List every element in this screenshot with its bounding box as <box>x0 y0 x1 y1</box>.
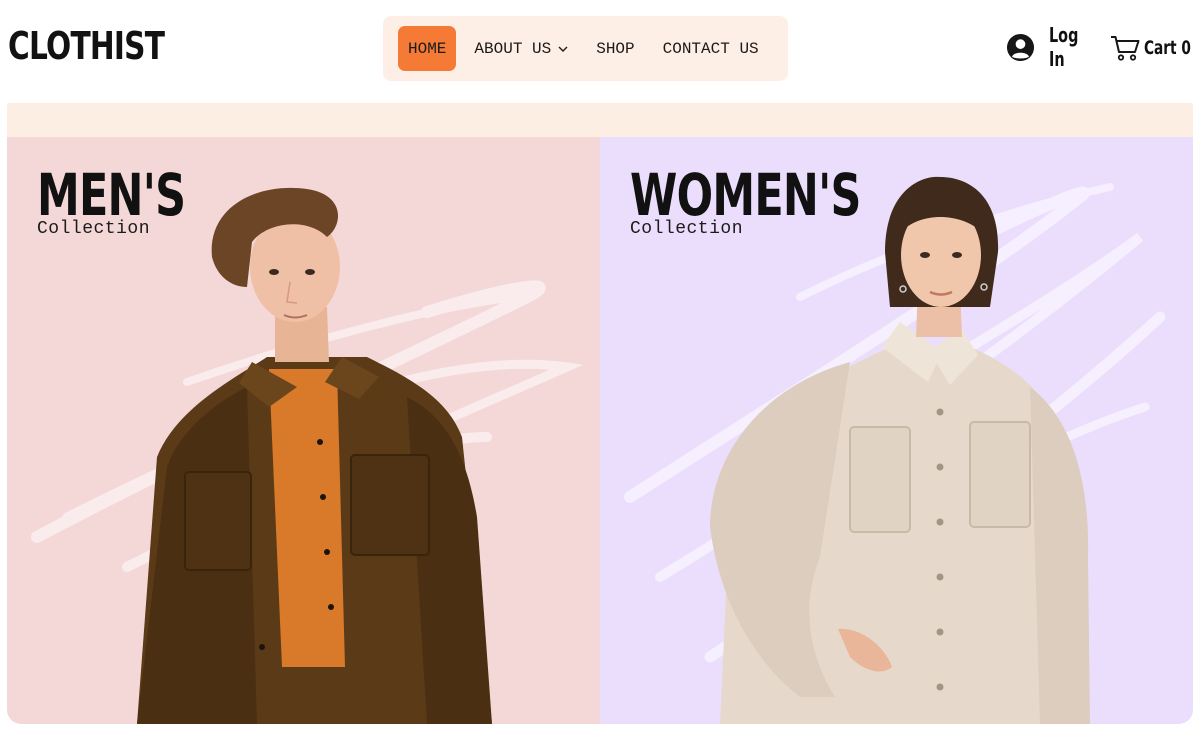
cart-text: Cart <box>1144 37 1177 59</box>
login-label: Log In <box>1049 23 1079 71</box>
cart-button[interactable]: Cart 0 <box>1110 33 1200 63</box>
nav-about-us[interactable]: ABOUT US <box>474 26 569 71</box>
site-logo[interactable]: CLOTHIST <box>8 24 165 68</box>
nav-about-us-label: ABOUT US <box>474 39 552 58</box>
site-header: CLOTHIST HOME ABOUT US SHOP CONTACT US L… <box>0 0 1200 100</box>
nav-shop[interactable]: SHOP <box>596 26 634 71</box>
chevron-down-icon <box>558 46 568 52</box>
shopping-cart-icon <box>1111 36 1140 61</box>
promo-strip <box>7 103 1193 137</box>
nav-shop-label: SHOP <box>596 39 635 58</box>
cart-label: Cart 0 <box>1144 37 1191 59</box>
mens-collection-card[interactable]: MEN'S Collection <box>7 137 600 724</box>
nav-home-label: HOME <box>408 39 447 58</box>
main-nav: HOME ABOUT US SHOP CONTACT US <box>383 16 788 81</box>
womens-subtitle: Collection <box>630 219 744 239</box>
user-circle-icon <box>1006 33 1035 61</box>
mens-subtitle: Collection <box>37 219 151 239</box>
login-button[interactable]: Log In <box>1006 23 1099 71</box>
womens-collection-card[interactable]: WOMEN'S Collection <box>600 137 1193 724</box>
nav-home[interactable]: HOME <box>398 26 457 71</box>
cart-count: 0 <box>1181 37 1191 59</box>
nav-contact-us-label: CONTACT US <box>662 39 759 58</box>
nav-contact-us[interactable]: CONTACT US <box>663 26 759 71</box>
